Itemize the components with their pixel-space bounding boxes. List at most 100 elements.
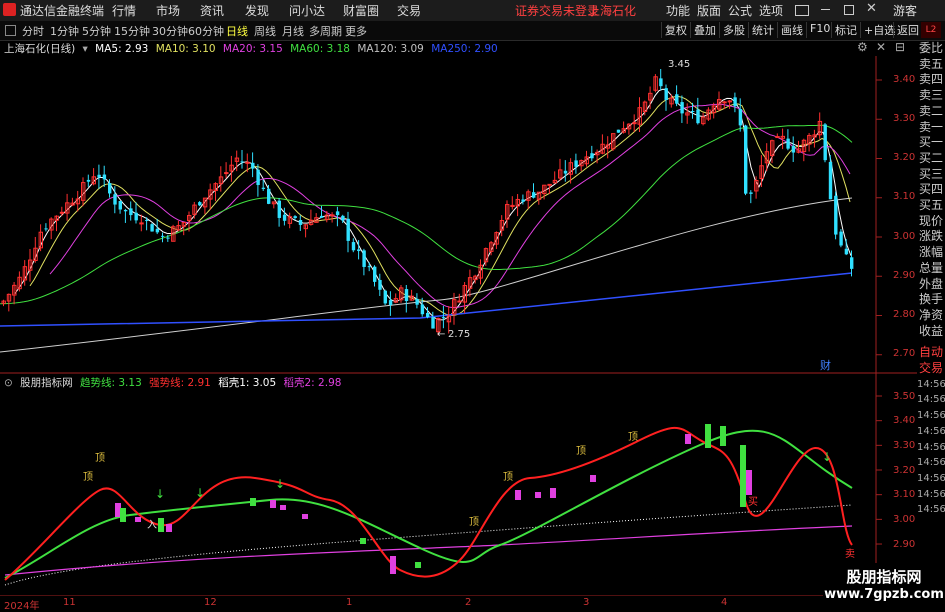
signal-bar <box>415 562 421 568</box>
candle-body <box>457 300 462 303</box>
btn-diejia[interactable]: 叠加 <box>690 22 719 38</box>
period-more[interactable]: 更多 <box>345 23 367 39</box>
side-panel-item[interactable]: 卖五 <box>917 57 945 72</box>
menu-item-jiaoyi[interactable]: 交易 <box>397 2 421 19</box>
main-expand-icon[interactable]: ⊟ <box>895 40 905 54</box>
menu-item-gongshi[interactable]: 公式 <box>728 2 752 19</box>
side-panel-item[interactable]: 交易 <box>917 361 945 376</box>
mail-icon[interactable] <box>795 5 809 16</box>
period-monthly[interactable]: 月线 <box>282 23 304 39</box>
quote-side-panel: 委比 卖五 卖四 卖三 卖二 卖一 买一 买二 买三 买四 买五 现价 涨跌 涨幅 总量 外盘 换手 净资 收益自动… <box>917 41 945 581</box>
legend-dropdown-icon[interactable]: ▾ <box>83 43 88 55</box>
candle-body <box>161 235 165 237</box>
side-panel-item[interactable]: 委比 <box>917 41 945 56</box>
close-icon[interactable]: ✕ <box>866 1 877 16</box>
side-panel-item[interactable]: 14:56 <box>917 424 945 439</box>
side-panel-item[interactable]: 买三 <box>917 167 945 182</box>
side-panel-item[interactable]: 买二 <box>917 151 945 166</box>
period-15min[interactable]: 15分钟 <box>114 23 150 39</box>
login-status[interactable]: 证券交易未登录 <box>515 2 599 19</box>
candle-body <box>616 129 621 133</box>
signal-bar <box>120 508 126 522</box>
main-close-icon[interactable]: ⚙ <box>857 40 868 54</box>
side-panel-item[interactable]: 14:56 <box>917 455 945 470</box>
side-panel-item[interactable]: 涨幅 <box>917 245 945 260</box>
period-multi[interactable]: 多周期 <box>309 23 342 39</box>
legend-ma20: MA20: 3.15 <box>222 43 283 55</box>
side-panel-item[interactable]: 14:56 <box>917 440 945 455</box>
period-1min[interactable]: 1分钟 <box>50 23 79 39</box>
side-panel-item[interactable]: 净资 <box>917 308 945 323</box>
candle-body <box>108 183 112 194</box>
side-panel-item[interactable]: 卖三 <box>917 88 945 103</box>
candle-body <box>373 266 377 282</box>
legend-ma60: MA60: 3.18 <box>290 43 350 55</box>
side-panel-item[interactable]: 收益 <box>917 324 945 339</box>
side-panel-item[interactable]: 买一 <box>917 135 945 150</box>
menu-item-hangqing[interactable]: 行情 <box>112 2 136 19</box>
menu-item-gongneng[interactable]: 功能 <box>666 2 690 19</box>
signal-bar <box>535 492 541 498</box>
menu-item-caifuquan[interactable]: 财富圈 <box>343 2 379 19</box>
candle-body <box>532 192 536 198</box>
side-panel-item[interactable]: 14:56 <box>917 377 945 392</box>
signal-bar <box>360 538 366 544</box>
period-fenshi[interactable]: 分时 <box>22 23 44 39</box>
period-daily[interactable]: 日线 <box>226 23 248 39</box>
side-panel-item[interactable]: 14:56 <box>917 392 945 407</box>
btn-fuquan[interactable]: 复权 <box>661 22 690 38</box>
side-panel-item[interactable]: 现价 <box>917 214 945 229</box>
legend-ma10: MA10: 3.10 <box>155 43 216 55</box>
price-tick-2.80: 2.80 <box>893 309 916 320</box>
side-panel-item[interactable]: 换手 <box>917 292 945 307</box>
toolbar-grid-icon[interactable] <box>5 25 16 36</box>
side-panel-item[interactable]: 总量 <box>917 261 945 276</box>
btn-fanhui[interactable]: 返回 <box>893 22 922 38</box>
side-panel-item[interactable]: 买五 <box>917 198 945 213</box>
signal-bar <box>746 470 752 495</box>
signal-sell: 卖 <box>845 549 855 560</box>
side-panel-item[interactable]: 买四 <box>917 182 945 197</box>
level-badge: L2 <box>921 22 941 38</box>
candle-body <box>341 215 345 221</box>
side-panel-item[interactable]: 卖四 <box>917 72 945 87</box>
candle-body <box>282 214 287 221</box>
menu-item-zixun[interactable]: 资讯 <box>200 2 224 19</box>
menu-item-shichang[interactable]: 市场 <box>156 2 180 19</box>
menu-item-xuanxiang[interactable]: 选项 <box>759 2 783 19</box>
period-60min[interactable]: 60分钟 <box>188 23 224 39</box>
guest-label[interactable]: 游客 <box>893 2 917 19</box>
menu-item-wenxiaoda[interactable]: 问小达 <box>289 2 325 19</box>
menu-item-banmian[interactable]: 版面 <box>697 2 721 19</box>
side-panel-item[interactable]: 卖一 <box>917 120 945 135</box>
side-panel-item[interactable]: 14:56 <box>917 408 945 423</box>
stock-name-title: 上海石化 <box>588 4 637 18</box>
menu-item-faxian[interactable]: 发现 <box>245 2 269 19</box>
candle-body <box>426 312 430 318</box>
btn-huaxian[interactable]: 画线 <box>777 22 806 38</box>
signal-bar <box>302 514 308 519</box>
maximize-icon[interactable] <box>844 5 854 15</box>
period-weekly[interactable]: 周线 <box>254 23 276 39</box>
price-tick-3.20: 3.20 <box>893 152 916 163</box>
side-panel-item[interactable]: 自动 <box>917 345 945 360</box>
btn-biaoji[interactable]: 标记 <box>831 22 860 38</box>
side-panel-item[interactable]: 14:56 <box>917 487 945 502</box>
side-panel-item[interactable]: 卖二 <box>917 104 945 119</box>
side-panel-item[interactable]: 外盘 <box>917 277 945 292</box>
side-panel-item[interactable]: 14:56 <box>917 471 945 486</box>
period-30min[interactable]: 30分钟 <box>152 23 188 39</box>
btn-tongji[interactable]: 统计 <box>748 22 777 38</box>
btn-duogu[interactable]: 多股 <box>719 22 748 38</box>
candle-body <box>320 215 324 218</box>
finance-marker[interactable]: 财 <box>820 357 831 373</box>
btn-f10[interactable]: F10 <box>806 22 833 38</box>
side-panel-item[interactable]: 14:56 <box>917 502 945 517</box>
minimize-icon[interactable] <box>821 9 830 10</box>
price-tick-3.10: 3.10 <box>893 191 916 202</box>
period-5min[interactable]: 5分钟 <box>82 23 111 39</box>
app-title: 通达信金融终端 <box>20 4 105 18</box>
side-panel-item[interactable]: 涨跌 <box>917 229 945 244</box>
qushi-line <box>4 429 853 579</box>
main-settings-icon[interactable]: ✕ <box>876 40 886 54</box>
